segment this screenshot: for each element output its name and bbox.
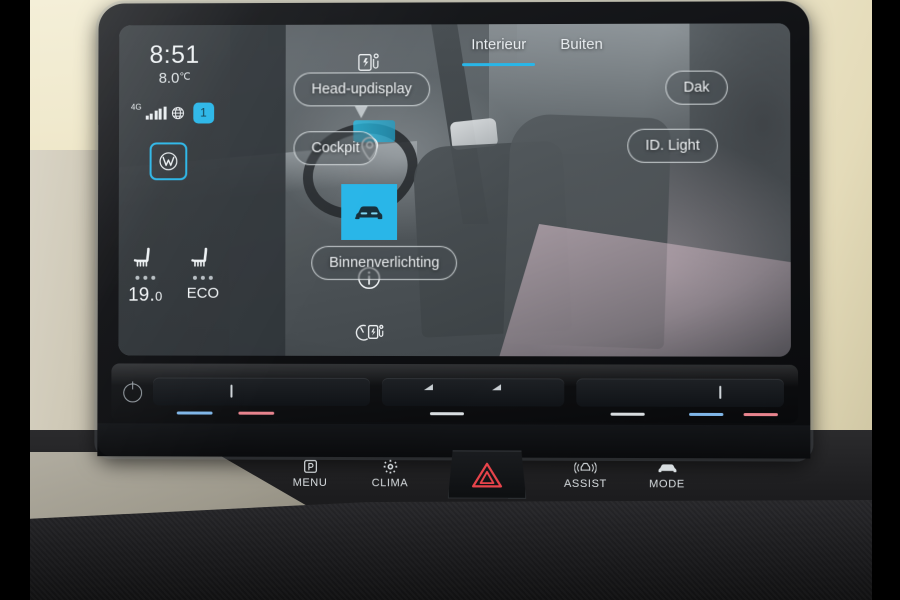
hotspot-cockpit[interactable]: Cockpit [293, 131, 378, 166]
passenger-level-dots [182, 275, 224, 280]
climate-summary: 19.0 ECO [119, 242, 230, 307]
network-type-label: 4G [130, 102, 142, 112]
tab-buiten[interactable]: Buiten [560, 36, 603, 66]
slider-tick [230, 384, 233, 398]
passenger-temperature-slider[interactable] [576, 378, 784, 408]
clima-button-label: CLIMA [371, 477, 409, 490]
hotspot-roof[interactable]: Dak [665, 70, 728, 105]
assist-button-label: ASSIST [563, 477, 607, 491]
driver-climate[interactable]: 19.0 [124, 242, 166, 307]
hazard-button[interactable] [448, 450, 526, 498]
mode-button[interactable]: MODE [633, 459, 702, 490]
screenshot-root: 8:51 8.0℃ 4G 1 19.0 ECO Interieur Buiten… [0, 0, 900, 600]
sim-slot-badge[interactable]: 1 [192, 102, 214, 124]
clima-button[interactable]: CLIMA [356, 458, 424, 489]
outside-temperature-value: 8.0 [158, 69, 180, 87]
menu-button-label: MENU [292, 476, 328, 490]
image-right-letterbox [872, 0, 900, 600]
passenger-warm-indicator [743, 413, 778, 417]
vw-logo-icon[interactable] [149, 142, 188, 181]
image-left-letterbox [0, 0, 30, 600]
sidebar-item-charge-timer[interactable] [341, 306, 397, 357]
driver-level-dots [125, 275, 167, 280]
slider-tick [719, 385, 722, 399]
driver-warm-indicator [238, 411, 275, 415]
car-assist-icon [546, 459, 624, 476]
mode-button-label: MODE [649, 478, 685, 491]
hotspot-label: Head-updisplay [311, 81, 412, 98]
outside-temperature-unit: ℃ [179, 71, 191, 83]
globe-icon [170, 105, 185, 120]
driver-temperature-slider[interactable] [152, 377, 370, 407]
function-rail [229, 24, 398, 356]
clock: 8:51 [149, 40, 200, 69]
signal-bars-icon [145, 106, 167, 120]
touchscreen[interactable]: 8:51 8.0℃ 4G 1 19.0 ECO Interieur Buiten… [118, 23, 791, 357]
hotspot-head-up-display[interactable]: Head-updisplay [293, 72, 430, 119]
charging-battery-icon [356, 50, 382, 74]
eco-mode-label: ECO [186, 284, 220, 302]
hazard-triangle-icon [471, 460, 503, 488]
hard-key-row: MENU CLIMA ASSIST MODE [97, 423, 811, 458]
driver-temp-dec: 0 [155, 288, 163, 304]
assist-button[interactable]: ASSIST [546, 459, 624, 490]
sidebar-item-vehicle[interactable] [341, 184, 398, 240]
outside-temperature: 8.0℃ [119, 70, 230, 87]
hotspot-id-light[interactable]: ID. Light [627, 128, 718, 163]
car-front-icon [353, 202, 385, 222]
park-p-icon [276, 458, 344, 475]
passenger-level-indicator [610, 412, 645, 416]
hotspot-interior-light[interactable]: Binnenverlichting [311, 245, 458, 281]
volume-down-icon[interactable] [423, 384, 433, 391]
car-mode-icon [633, 459, 702, 476]
passenger-climate[interactable]: ECO [182, 242, 224, 307]
seat-heating-icon [125, 242, 167, 272]
touch-slider-strip[interactable] [111, 363, 799, 424]
pointer-tail-icon [354, 105, 369, 119]
driver-cold-indicator [176, 411, 213, 415]
driver-temp-int: 19. [128, 284, 156, 306]
background-leather-trim [28, 500, 873, 600]
infotainment-unit: 8:51 8.0℃ 4G 1 19.0 ECO Interieur Buiten… [97, 1, 811, 458]
tab-interieur[interactable]: Interieur [471, 36, 526, 66]
fan-gear-icon [356, 458, 424, 475]
volume-up-icon[interactable] [492, 384, 502, 391]
passenger-cold-indicator [689, 412, 724, 417]
power-icon[interactable] [123, 383, 143, 403]
charge-timer-icon [355, 320, 384, 344]
view-tabs: Interieur Buiten [417, 36, 657, 67]
status-rail: 8:51 8.0℃ 4G 1 19.0 ECO [118, 25, 231, 356]
volume-level-indicator [429, 412, 464, 416]
network-status: 4G 1 [131, 100, 222, 126]
driver-temperature-value: 19.0 [124, 285, 166, 307]
seat-heating-icon [182, 242, 224, 272]
menu-button[interactable]: MENU [276, 458, 344, 489]
volume-slider[interactable] [381, 378, 565, 407]
